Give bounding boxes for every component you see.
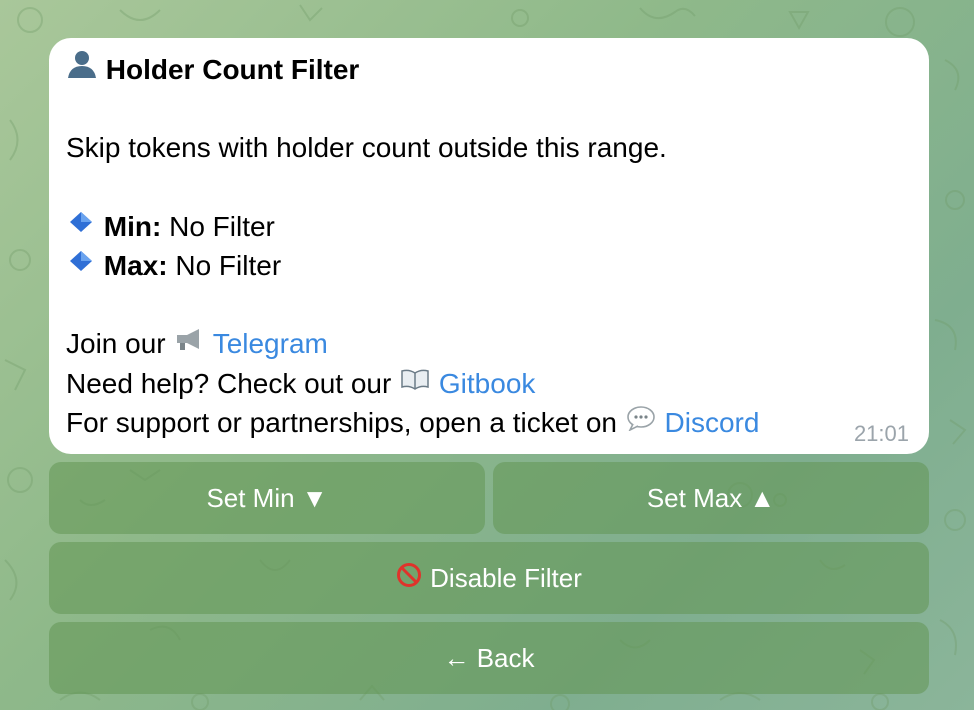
discord-link[interactable]: Discord — [665, 407, 760, 438]
set-min-label: Set Min ▼ — [206, 482, 328, 513]
blue-diamond-icon — [66, 245, 96, 284]
gitbook-link[interactable]: Gitbook — [439, 368, 536, 399]
help-prefix: Need help? Check out our — [66, 367, 400, 399]
message-timestamp: 21:01 — [853, 421, 909, 446]
max-setting-line: Max: No Filter — [66, 246, 912, 285]
user-silhouette-icon — [66, 49, 98, 89]
message-description: Skip tokens with holder count outside th… — [66, 132, 667, 164]
back-label: ← Back — [443, 642, 535, 673]
telegram-link[interactable]: Telegram — [213, 328, 328, 359]
back-button[interactable]: ← Back — [49, 622, 929, 694]
set-max-button[interactable]: Set Max ▲ — [493, 462, 929, 534]
message-title-line: Holder Count Filter — [66, 50, 912, 89]
min-value: No Filter — [161, 210, 275, 242]
prohibited-icon — [396, 562, 422, 595]
blue-diamond-icon — [66, 206, 96, 245]
speech-bubble-icon — [625, 402, 657, 441]
gitbook-help-line: Need help? Check out our Gitbook — [66, 364, 912, 403]
open-book-icon — [399, 363, 431, 402]
megaphone-icon — [173, 323, 205, 362]
set-max-label: Set Max ▲ — [646, 482, 776, 513]
join-prefix: Join our — [66, 328, 174, 360]
message-title: Holder Count Filter — [105, 54, 360, 85]
max-label: Max: — [103, 249, 168, 281]
support-prefix: For support or partnerships, open a tick… — [66, 406, 625, 438]
max-value: No Filter — [167, 249, 282, 281]
disable-filter-label: Disable Filter — [430, 562, 582, 593]
discord-support-line: For support or partnerships, open a tick… — [66, 403, 912, 442]
disable-filter-button[interactable]: Disable Filter — [49, 542, 929, 614]
min-setting-line: Min: No Filter — [66, 207, 912, 246]
min-label: Min: — [103, 210, 162, 242]
set-min-button[interactable]: Set Min ▼ — [49, 462, 485, 534]
bot-message-bubble: Holder Count Filter Skip tokens with hol… — [49, 38, 929, 454]
join-telegram-line: Join our Telegram — [66, 324, 912, 363]
